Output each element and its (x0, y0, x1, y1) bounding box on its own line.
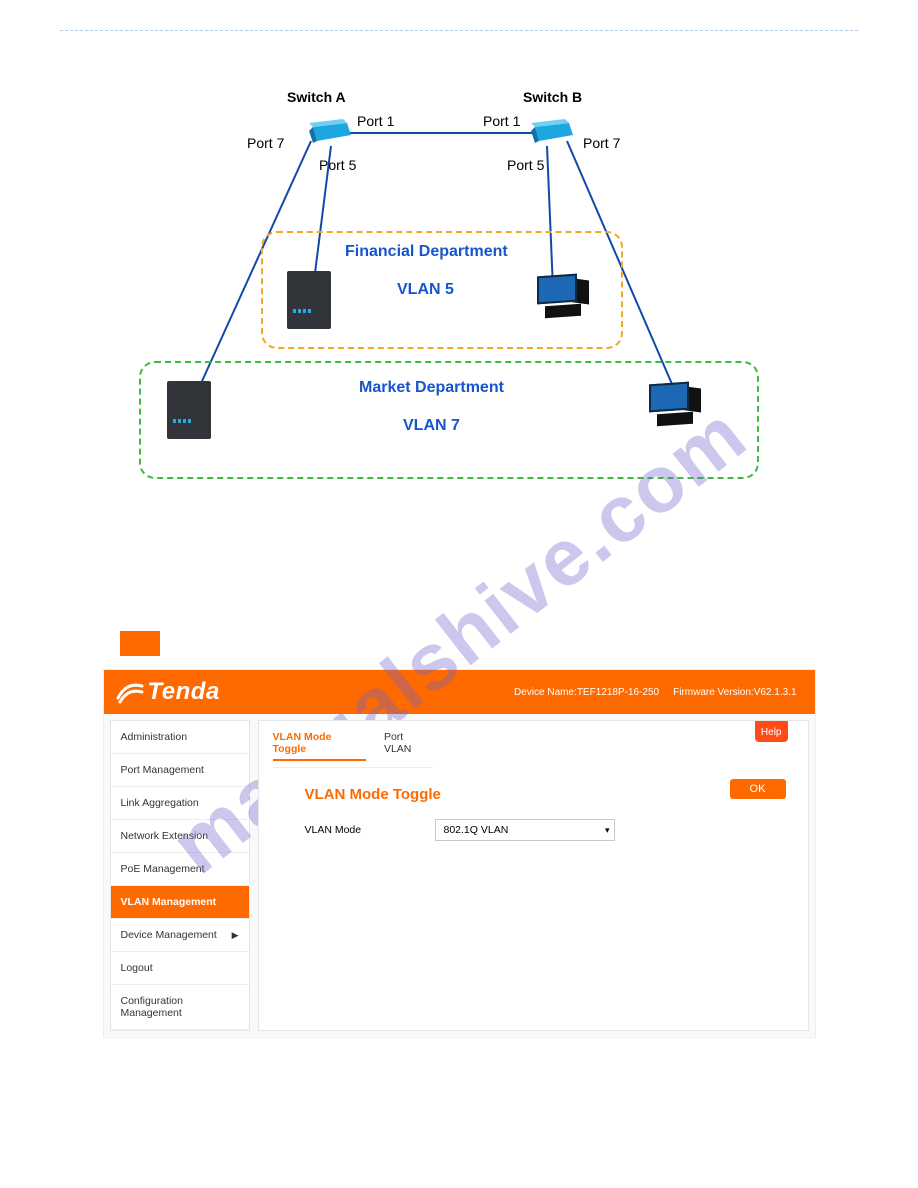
chevron-down-icon: ▾ (605, 825, 610, 836)
step-marker (120, 631, 160, 656)
switch-b-icon (531, 119, 573, 147)
ok-button[interactable]: OK (730, 779, 786, 799)
tabs: VLAN Mode Toggle Port VLAN (273, 727, 433, 768)
sidebar-item-port-management[interactable]: Port Management (111, 754, 249, 787)
brand-logo-text: Tenda (116, 678, 220, 706)
vlan5-pc-icon (537, 273, 597, 323)
port5-b: Port 5 (507, 157, 544, 173)
sidebar-item-network-extension[interactable]: Network Extension (111, 820, 249, 853)
switch-a-icon (309, 119, 351, 147)
sidebar-item-logout[interactable]: Logout (111, 952, 249, 985)
vlan7-server-icon (167, 381, 211, 439)
vlan5-server-icon (287, 271, 331, 329)
tab-port-vlan[interactable]: Port VLAN (384, 731, 433, 761)
tenda-logo-icon (116, 678, 144, 706)
sidebar-item-administration[interactable]: Administration (111, 721, 249, 754)
sidebar-item-configuration-management[interactable]: Configuration Management (111, 985, 249, 1030)
port5-a: Port 5 (319, 157, 356, 173)
sidebar-item-link-aggregation[interactable]: Link Aggregation (111, 787, 249, 820)
sidebar-item-poe-management[interactable]: PoE Management (111, 853, 249, 886)
vlan5-title: Financial Department (345, 243, 918, 261)
port1-a: Port 1 (357, 113, 394, 129)
vlan7-title: Market Department (359, 379, 918, 397)
admin-header: Tenda Device Name:TEF1218P-16-250 Firmwa… (104, 670, 815, 714)
section-title: VLAN Mode Toggle (305, 786, 794, 803)
vlan7-pc-icon (649, 381, 709, 431)
tab-vlan-mode-toggle[interactable]: VLAN Mode Toggle (273, 731, 366, 761)
vlan-mode-row: VLAN Mode 802.1Q VLAN ▾ (305, 819, 794, 841)
vlan7-name: VLAN 7 (403, 417, 460, 435)
port1-b: Port 1 (483, 113, 520, 129)
vlan-mode-label: VLAN Mode (305, 824, 375, 836)
switch-b-label: Switch B (523, 89, 582, 105)
vlan5-name: VLAN 5 (397, 281, 454, 299)
vlan-mode-value: 802.1Q VLAN (444, 824, 509, 836)
sidebar-item-device-management[interactable]: Device Management ▶ (111, 919, 249, 952)
vlan-mode-select[interactable]: 802.1Q VLAN ▾ (435, 819, 615, 841)
port7-b: Port 7 (583, 135, 620, 151)
sidebar: Administration Port Management Link Aggr… (110, 720, 250, 1031)
switch-a-label: Switch A (287, 89, 346, 105)
chevron-right-icon: ▶ (232, 930, 239, 941)
device-name-field: Device Name:TEF1218P-16-250 (514, 687, 659, 698)
firmware-field: Firmware Version:V62.1.3.1 (673, 687, 796, 698)
help-button[interactable]: Help (755, 721, 788, 742)
admin-ui: Tenda Device Name:TEF1218P-16-250 Firmwa… (103, 669, 816, 1038)
sidebar-item-vlan-management[interactable]: VLAN Management (111, 886, 249, 919)
brand-name: Tenda (148, 678, 220, 706)
content-panel: Help VLAN Mode Toggle Port VLAN VLAN Mod… (258, 720, 809, 1031)
header-right: Device Name:TEF1218P-16-250 Firmware Ver… (514, 687, 796, 698)
port7-a: Port 7 (247, 135, 284, 151)
network-diagram: Switch A Switch B Port 1 Port 1 Port 7 P… (139, 71, 779, 491)
page-divider (60, 30, 858, 31)
